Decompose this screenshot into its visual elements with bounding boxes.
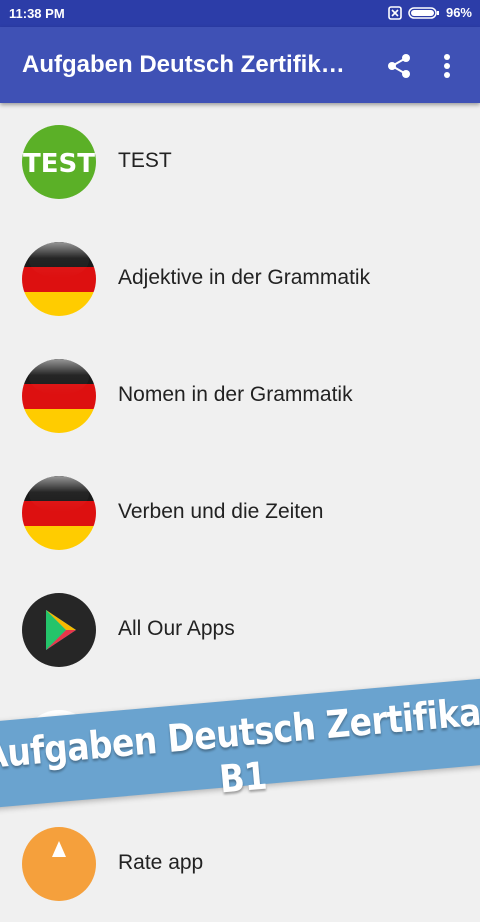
app-title: Aufgaben Deutsch Zertifik… (22, 51, 345, 78)
list-item-adjektive[interactable]: Adjektive in der Grammatik (0, 220, 480, 337)
share-icon[interactable] (384, 51, 414, 81)
battery-icon (408, 6, 439, 19)
list-item-label: TEST (118, 149, 172, 172)
list-item-label: All Our Apps (118, 617, 235, 640)
list-item-rate-app[interactable]: Rate app (0, 805, 480, 922)
status-icons: 96% (388, 5, 472, 20)
test-badge-icon: TEST (22, 125, 96, 199)
rate-icon (22, 827, 96, 901)
list-item-all-apps[interactable]: All Our Apps (0, 571, 480, 688)
sim-card-icon (388, 5, 402, 20)
list-item-label: Nomen in der Grammatik (118, 383, 353, 406)
more-vert-icon[interactable] (435, 51, 459, 81)
list-item-test[interactable]: TEST TEST (0, 103, 480, 220)
status-time: 11:38 PM (9, 6, 65, 21)
list-item-nomen[interactable]: Nomen in der Grammatik (0, 337, 480, 454)
app-bar: Aufgaben Deutsch Zertifik… (0, 27, 480, 103)
list-item-label: Verben und die Zeiten (118, 500, 324, 523)
play-store-icon (22, 593, 96, 667)
german-flag-icon (22, 242, 96, 316)
status-bar: 11:38 PM 96% (0, 0, 480, 27)
list-item-verben[interactable]: Verben und die Zeiten (0, 454, 480, 571)
german-flag-icon (22, 476, 96, 550)
german-flag-icon (22, 359, 96, 433)
list-item-label: Adjektive in der Grammatik (118, 266, 371, 289)
svg-text:TEST: TEST (23, 149, 95, 179)
list-item-label: Rate app (118, 851, 204, 874)
battery-level: 96% (445, 5, 472, 20)
